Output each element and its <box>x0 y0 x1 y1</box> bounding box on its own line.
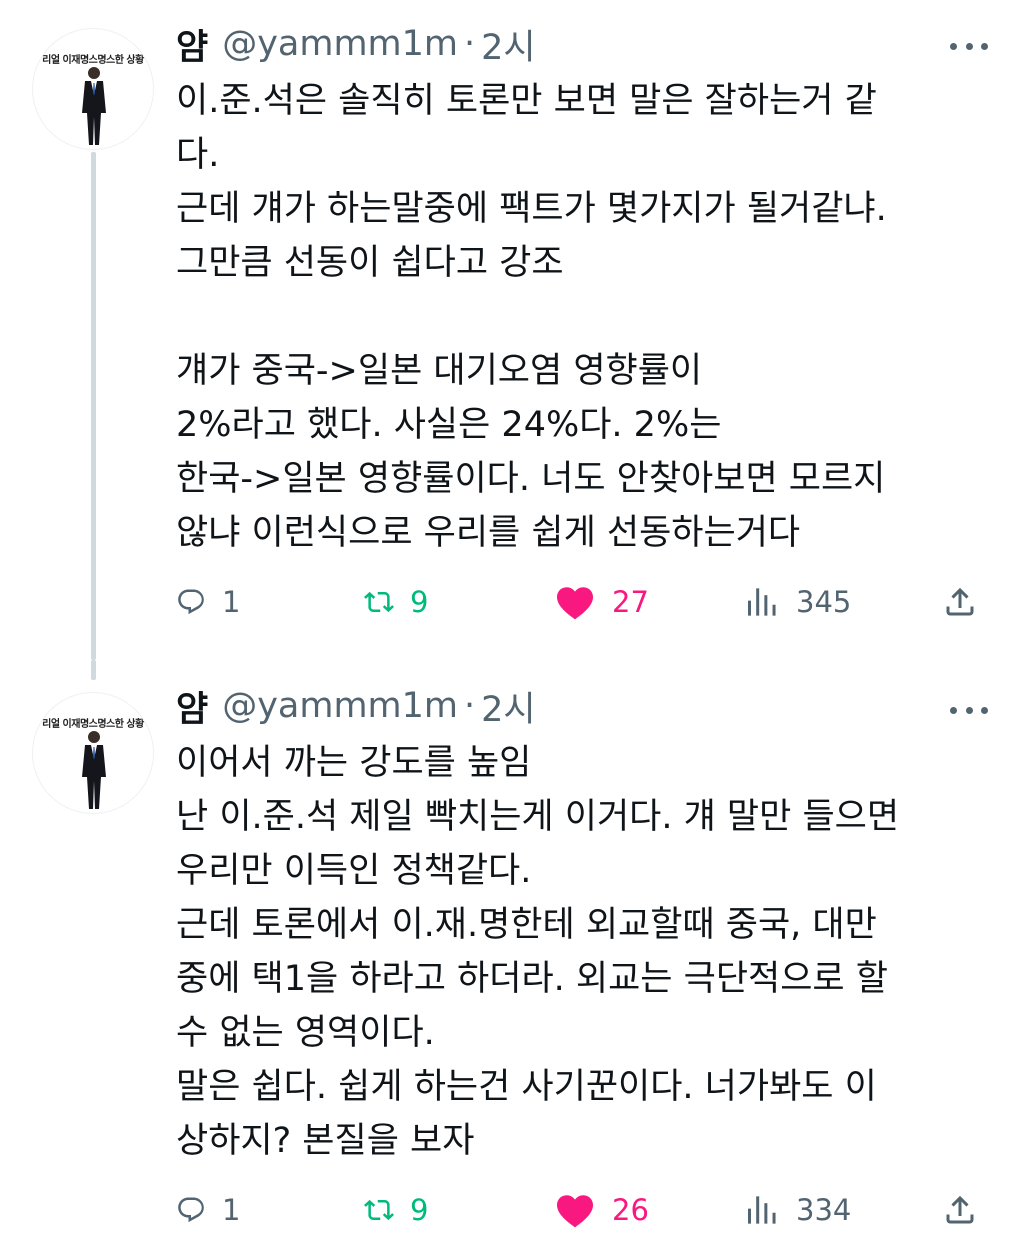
user-handle[interactable]: @yammm1m <box>222 686 458 726</box>
reply-button[interactable]: 1 <box>176 1188 240 1232</box>
person-figure-icon <box>82 67 106 145</box>
display-name[interactable]: 얌 <box>176 19 208 70</box>
reply-icon <box>178 589 204 615</box>
avatar[interactable]: 리얼 이재명스명스한 상황 <box>32 692 154 814</box>
tweet-text-line: 않냐 이런식으로 우리를 쉽게 선동하는거다 <box>176 513 801 553</box>
reply-count: 1 <box>222 1193 241 1227</box>
retweet-count: 9 <box>410 585 429 619</box>
more-icon[interactable] <box>950 40 988 52</box>
tweet-text-line: 수 없는 영역이다. <box>176 1013 435 1053</box>
avatar-caption: 리얼 이재명스명스한 상황 <box>42 55 144 66</box>
thread-line <box>91 152 96 660</box>
share-icon <box>946 1195 974 1224</box>
tweet-text-line: 근데 걔가 하는말중에 팩트가 몇가지가 될거같냐. <box>176 189 887 229</box>
tweet-text-line: 우리만 이득인 정책같다. <box>176 851 532 891</box>
avatar[interactable]: 리얼 이재명스명스한 상황 <box>32 28 154 150</box>
avatar-caption: 리얼 이재명스명스한 상황 <box>42 719 144 730</box>
user-handle[interactable]: @yammm1m <box>222 24 458 64</box>
heart-icon <box>557 587 593 620</box>
views-count: 334 <box>796 1193 852 1227</box>
views-count: 345 <box>796 585 852 619</box>
tweet-text-line: 2%라고 했다. 사실은 24%다. 2%는 <box>176 405 722 445</box>
tweet-text-line: 이어서 까는 강도를 높임 <box>176 743 532 783</box>
tweet-text: 이.준.석은 솔직히 토론만 보면 말은 잘하는거 같 다. 근데 걔가 하는말… <box>176 74 996 560</box>
like-button[interactable]: 27 <box>554 580 649 624</box>
action-bar: 1 9 27 345 <box>176 580 996 624</box>
reply-button[interactable]: 1 <box>176 580 240 624</box>
more-icon[interactable] <box>950 704 988 716</box>
timestamp[interactable]: 2시 <box>481 19 535 70</box>
tweet[interactable]: 리얼 이재명스명스한 상황 얌 @yammm1m · 2시 이어서 까는 강도를… <box>0 660 1024 1241</box>
heart-icon <box>557 1195 593 1228</box>
tweet-text-line: 그만큼 선동이 쉽다고 강조 <box>176 243 564 283</box>
retweet-button[interactable]: 9 <box>364 1188 428 1232</box>
views-icon <box>748 588 776 616</box>
reply-icon <box>178 1197 204 1223</box>
views-button[interactable]: 345 <box>746 580 851 624</box>
tweet-header: 얌 @yammm1m · 2시 <box>176 22 536 68</box>
tweet-text-line: 걔가 중국->일본 대기오염 영향률이 <box>176 351 703 391</box>
tweet-text: 이어서 까는 강도를 높임 난 이.준.석 제일 빡치는게 이거다. 걔 말만 … <box>176 736 996 1168</box>
tweet-text-line: 다. <box>176 135 220 175</box>
share-button[interactable] <box>942 580 978 624</box>
like-button[interactable]: 26 <box>554 1188 649 1232</box>
retweet-icon <box>364 1199 394 1221</box>
tweet-text-line: 상하지? 본질을 보자 <box>176 1121 475 1161</box>
separator-dot: · <box>464 686 476 726</box>
tweet[interactable]: 리얼 이재명스명스한 상황 얌 @yammm1m · 2시 이.준.석은 솔직히… <box>0 0 1024 660</box>
views-icon <box>748 1196 776 1224</box>
tweet-text-line: 난 이.준.석 제일 빡치는게 이거다. 걔 말만 들으면 <box>176 797 900 837</box>
tweet-text-line: 중에 택1을 하라고 하더라. 외교는 극단적으로 할 <box>176 959 888 999</box>
action-bar: 1 9 26 334 <box>176 1188 996 1232</box>
retweet-icon <box>364 591 394 613</box>
share-button[interactable] <box>942 1188 978 1232</box>
tweet-text-line <box>176 290 996 344</box>
tweet-header: 얌 @yammm1m · 2시 <box>176 684 536 730</box>
share-icon <box>946 587 974 616</box>
retweet-count: 9 <box>410 1193 429 1227</box>
views-button[interactable]: 334 <box>746 1188 851 1232</box>
retweet-button[interactable]: 9 <box>364 580 428 624</box>
tweet-text-line: 근데 토론에서 이.재.명한테 외교할때 중국, 대만 <box>176 905 877 945</box>
like-count: 27 <box>612 585 649 619</box>
thread-line <box>91 660 96 680</box>
display-name[interactable]: 얌 <box>176 681 208 732</box>
tweet-text-line: 한국->일본 영향률이다. 너도 안찾아보면 모르지 <box>176 459 886 499</box>
reply-count: 1 <box>222 585 241 619</box>
person-figure-icon <box>82 731 106 809</box>
tweet-text-line: 말은 쉽다. 쉽게 하는건 사기꾼이다. 너가봐도 이 <box>176 1067 877 1107</box>
separator-dot: · <box>464 24 476 64</box>
timestamp[interactable]: 2시 <box>481 681 535 732</box>
like-count: 26 <box>612 1193 649 1227</box>
tweet-text-line: 이.준.석은 솔직히 토론만 보면 말은 잘하는거 같 <box>176 81 877 121</box>
